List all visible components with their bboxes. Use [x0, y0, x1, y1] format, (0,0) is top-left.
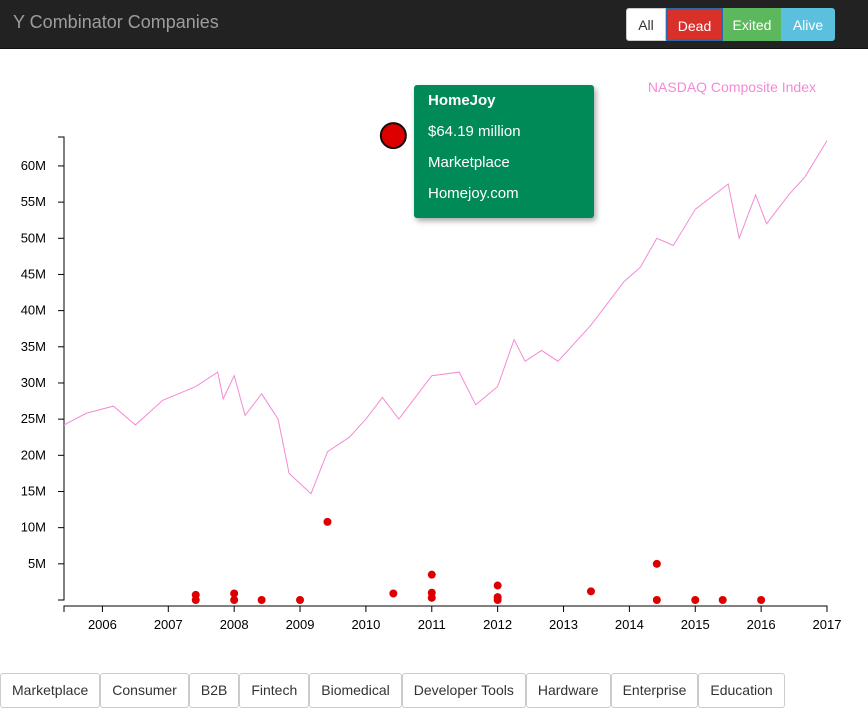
x-tick-label: 2010: [351, 617, 380, 632]
filter-dead-button[interactable]: Dead: [666, 8, 723, 41]
top-navbar: Y Combinator Companies All Dead Exited A…: [0, 0, 868, 49]
y-tick-label: 35M: [21, 339, 46, 354]
category-fintech-button[interactable]: Fintech: [239, 673, 310, 708]
filter-all-button[interactable]: All: [626, 8, 666, 41]
company-dot[interactable]: [718, 596, 727, 604]
y-axis-line: [58, 136, 65, 601]
filter-exited-button[interactable]: Exited: [723, 8, 781, 41]
company-dot[interactable]: [230, 596, 239, 604]
y-tick-label: 20M: [21, 447, 46, 462]
company-dot[interactable]: [652, 596, 661, 604]
category-developer-tools-button[interactable]: Developer Tools: [401, 673, 526, 708]
app-title: Y Combinator Companies: [13, 12, 219, 32]
x-tick-label: 2016: [747, 617, 776, 632]
tooltip-company-name: HomeJoy: [428, 92, 496, 109]
y-tick-label: 50M: [21, 230, 46, 245]
y-tick-label: 40M: [21, 303, 46, 318]
category-consumer-button[interactable]: Consumer: [100, 673, 189, 708]
highlighted-company-dot[interactable]: [379, 122, 407, 150]
nasdaq-legend-label: NASDAQ Composite Index: [648, 79, 816, 95]
company-dot[interactable]: [191, 596, 200, 604]
y-tick-label: 45M: [21, 266, 46, 281]
x-tick-label: 2015: [681, 617, 710, 632]
x-tick-label: 2007: [154, 617, 183, 632]
category-biomedical-button[interactable]: Biomedical: [309, 673, 402, 708]
company-dot[interactable]: [691, 596, 700, 604]
x-tick-label: 2012: [483, 617, 512, 632]
company-dot[interactable]: [493, 581, 502, 590]
y-tick-label: 25M: [21, 411, 46, 426]
company-dot[interactable]: [586, 587, 595, 596]
y-tick-label: 60M: [21, 158, 46, 173]
company-tooltip: HomeJoy $64.19 million Marketplace Homej…: [414, 85, 594, 218]
company-dot[interactable]: [427, 570, 436, 579]
category-button-bar: Marketplace Consumer B2B Fintech Biomedi…: [0, 673, 785, 708]
company-dot[interactable]: [257, 596, 266, 604]
company-dot[interactable]: [323, 517, 332, 526]
x-tick-label: 2008: [220, 617, 249, 632]
y-tick-label: 10M: [21, 520, 46, 535]
company-dot[interactable]: [493, 596, 502, 604]
company-dot[interactable]: [757, 596, 766, 604]
y-tick-label: 30M: [21, 375, 46, 390]
status-filter-group: All Dead Exited Alive: [626, 8, 835, 41]
company-dot[interactable]: [427, 593, 436, 602]
tooltip-website: Homejoy.com: [428, 185, 519, 202]
tooltip-category: Marketplace: [428, 154, 510, 171]
x-axis-line: [63, 605, 828, 612]
category-hardware-button[interactable]: Hardware: [525, 673, 611, 708]
x-tick-label: 2009: [286, 617, 315, 632]
category-education-button[interactable]: Education: [698, 673, 785, 708]
y-tick-label: 15M: [21, 483, 46, 498]
x-tick-label: 2011: [418, 617, 446, 632]
company-dot[interactable]: [389, 589, 398, 598]
category-marketplace-button[interactable]: Marketplace: [0, 673, 101, 708]
category-enterprise-button[interactable]: Enterprise: [610, 673, 699, 708]
x-tick-label: 2014: [615, 617, 644, 632]
y-tick-label: 5M: [28, 556, 46, 571]
y-tick-label: 55M: [21, 194, 46, 209]
x-tick-label: 2006: [88, 617, 117, 632]
company-dot[interactable]: [296, 596, 305, 604]
filter-alive-button[interactable]: Alive: [781, 8, 835, 41]
company-dot[interactable]: [652, 559, 661, 568]
x-tick-label: 2013: [549, 617, 578, 632]
tooltip-funding-amount: $64.19 million: [428, 123, 521, 140]
x-tick-label: 2017: [813, 617, 842, 632]
category-b2b-button[interactable]: B2B: [188, 673, 240, 708]
